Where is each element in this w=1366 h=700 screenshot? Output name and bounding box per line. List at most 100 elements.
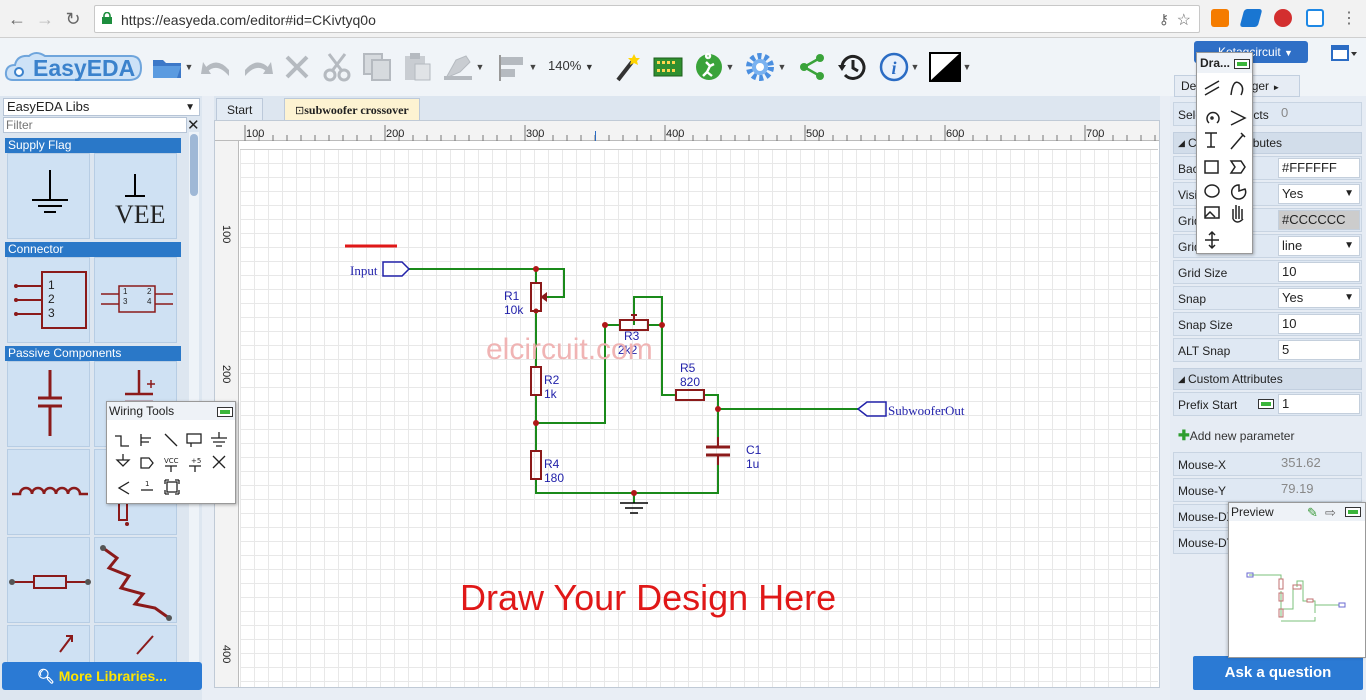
- library-item-inductor[interactable]: [7, 449, 90, 535]
- chrome-menu-icon[interactable]: ⋮: [1338, 8, 1360, 30]
- extension-chart-icon[interactable]: [1211, 9, 1229, 27]
- easyeda-logo[interactable]: EasyEDA: [3, 46, 143, 86]
- c1-ref[interactable]: C1: [746, 443, 761, 457]
- section-connector[interactable]: Connector: [5, 242, 181, 257]
- filter-input[interactable]: [3, 117, 187, 133]
- copy-button[interactable]: [360, 50, 394, 84]
- snap-size-input[interactable]: 10: [1278, 314, 1360, 334]
- c1-symbol[interactable]: [706, 437, 730, 465]
- plus5-icon[interactable]: +5: [189, 457, 201, 472]
- library-item-header-3[interactable]: 1 2 3: [7, 257, 90, 343]
- r4-value[interactable]: 180: [544, 471, 564, 485]
- ground-symbol[interactable]: [620, 502, 648, 514]
- forward-icon[interactable]: →: [34, 8, 56, 30]
- arrow-icon[interactable]: [1230, 110, 1247, 126]
- freehand-icon[interactable]: [1230, 132, 1246, 150]
- cut-button[interactable]: [320, 50, 354, 84]
- text-tool-icon[interactable]: [1205, 132, 1217, 148]
- r1-value[interactable]: 10k: [504, 303, 523, 317]
- share-button[interactable]: [796, 50, 828, 84]
- input-net-label[interactable]: Input: [350, 263, 377, 279]
- key-icon[interactable]: ⚷: [1159, 11, 1169, 28]
- no-connect-icon[interactable]: [212, 455, 226, 469]
- arc-icon[interactable]: [1230, 81, 1244, 96]
- group-icon[interactable]: [164, 479, 180, 495]
- back-icon[interactable]: ←: [6, 8, 28, 30]
- output-port-flag[interactable]: [856, 401, 887, 417]
- r5-ref[interactable]: R5: [680, 361, 695, 375]
- r4-symbol[interactable]: [530, 450, 542, 480]
- net-port-icon[interactable]: [140, 457, 154, 469]
- reload-icon[interactable]: ↻: [62, 8, 84, 30]
- r2-ref[interactable]: R2: [544, 373, 559, 387]
- section-supply-flag[interactable]: Supply Flag: [5, 138, 181, 153]
- toggle-icon[interactable]: [1258, 399, 1274, 409]
- align-button[interactable]: ▼: [496, 50, 540, 84]
- alt-snap-input[interactable]: 5: [1278, 340, 1360, 360]
- library-item-header-2x2[interactable]: 1 3 2 4: [94, 257, 177, 343]
- wire[interactable]: [409, 268, 537, 283]
- tab-subwoofer-crossover[interactable]: ⊡subwoofer crossover: [284, 98, 420, 120]
- bus-entry-icon[interactable]: [164, 433, 178, 447]
- settings-button[interactable]: ▼: [742, 50, 788, 84]
- wire[interactable]: [661, 325, 676, 396]
- wiring-tools-title[interactable]: Wiring Tools: [107, 402, 235, 420]
- grid-color-input[interactable]: #CCCCCC: [1278, 210, 1360, 230]
- preview-thumbnail[interactable]: [1229, 521, 1365, 657]
- wire-icon[interactable]: [115, 435, 129, 447]
- zoom-level[interactable]: 140% ▼: [548, 58, 594, 73]
- visible-grid-select[interactable]: Yes ▼: [1278, 184, 1360, 204]
- net-flag-port-icon[interactable]: [115, 454, 131, 467]
- add-parameter-link[interactable]: ✚Add new parameter: [1178, 427, 1294, 444]
- move-icon[interactable]: [1205, 230, 1219, 250]
- simulate-button[interactable]: ▼: [692, 50, 736, 84]
- scrollbar-thumb[interactable]: [190, 134, 198, 196]
- paste-button[interactable]: [400, 50, 434, 84]
- library-item-capacitor[interactable]: [7, 361, 90, 447]
- vcc-icon[interactable]: VCC: [164, 457, 179, 472]
- pinterest-icon[interactable]: [1274, 9, 1292, 27]
- net-label-icon[interactable]: [186, 433, 202, 447]
- r2-symbol[interactable]: [530, 366, 542, 396]
- file-menu-button[interactable]: ▼: [150, 50, 194, 84]
- theme-button[interactable]: ▼: [926, 50, 974, 84]
- library-item-ground[interactable]: [7, 153, 90, 239]
- help-button[interactable]: i ▼: [876, 50, 922, 84]
- edit-pencil-icon[interactable]: ✎: [1307, 505, 1318, 521]
- more-libraries-button[interactable]: 🔍︎ More Libraries...: [2, 662, 202, 690]
- address-bar[interactable]: https://easyeda.com/editor#id=CKivtyq0o …: [94, 5, 1200, 33]
- voltage-probe-icon[interactable]: [117, 481, 130, 495]
- r4-ref[interactable]: R4: [544, 457, 559, 471]
- input-port-flag[interactable]: [382, 261, 411, 277]
- section-passive-components[interactable]: Passive Components: [5, 346, 181, 361]
- pin-icon[interactable]: 1: [141, 480, 153, 491]
- pie-icon[interactable]: [1230, 184, 1247, 200]
- r1-symbol[interactable]: [530, 282, 547, 312]
- c1-value[interactable]: 1u: [746, 457, 759, 471]
- r5-value[interactable]: 820: [680, 375, 700, 389]
- export-icon[interactable]: ⇨: [1325, 505, 1336, 521]
- grid-style-select[interactable]: line ▼: [1278, 236, 1360, 256]
- image-icon[interactable]: [1204, 206, 1220, 219]
- bookmark-star-icon[interactable]: ☆: [1177, 10, 1191, 30]
- magic-wand-button[interactable]: [610, 50, 644, 84]
- library-scrollbar[interactable]: [189, 132, 199, 662]
- library-item-resistor[interactable]: [7, 537, 91, 623]
- r2-value[interactable]: 1k: [544, 387, 557, 401]
- undo-button[interactable]: [200, 50, 234, 84]
- wire[interactable]: [704, 394, 858, 410]
- palette-toggle-icon[interactable]: [217, 407, 233, 417]
- snap-select[interactable]: Yes ▼: [1278, 288, 1360, 308]
- library-item-resistor-zigzag[interactable]: [94, 537, 177, 623]
- rectangle-icon[interactable]: [1204, 160, 1219, 174]
- background-input[interactable]: #FFFFFF: [1278, 158, 1360, 178]
- net-flag-gnd-icon[interactable]: [211, 432, 227, 447]
- schematic-grid[interactable]: Input SubwooferOut R1 10k R2 1k R3 2k2 R…: [240, 149, 1158, 687]
- prefix-start-input[interactable]: 1: [1278, 394, 1360, 414]
- circle-arc-icon[interactable]: [1206, 111, 1220, 124]
- ellipse-icon[interactable]: [1204, 184, 1220, 198]
- library-item-potentiometer[interactable]: [94, 625, 177, 665]
- ask-question-button[interactable]: Ask a question: [1193, 656, 1363, 690]
- r1-ref[interactable]: R1: [504, 289, 519, 303]
- polygon-icon[interactable]: [1229, 160, 1246, 174]
